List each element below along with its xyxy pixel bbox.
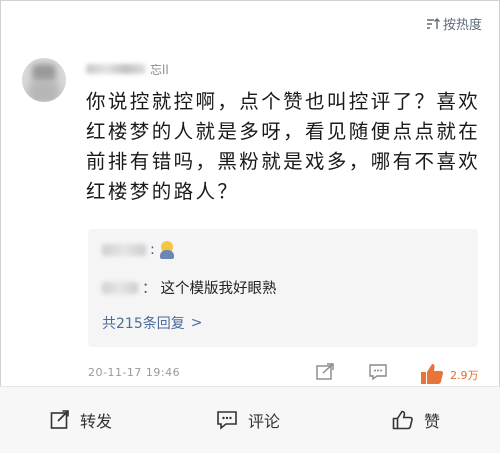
comment-icon [369,364,387,381]
bottom-action-bar: 转发 评论 赞 [0,386,500,453]
more-replies-label: 共215条回复 [102,316,185,332]
like-button[interactable] [420,363,444,385]
chevron-right-icon: > [190,315,203,331]
like-action-label: 赞 [424,412,441,431]
share-icon [316,363,334,380]
like-count: 2.9万 [450,369,479,382]
comment-action-button[interactable]: 评论 [216,408,280,432]
reply-colon: ： [142,281,157,297]
avatar[interactable] [22,58,66,102]
sort-label: 按热度 [442,18,482,33]
comment-icon [217,411,237,430]
reply-item: : [102,241,175,259]
comment-text: 你说控就控啊，点个赞也叫控评了？喜欢红楼梦的人就是多呀，看见随便点点就在前排有错… [86,90,481,203]
forward-label: 转发 [80,412,113,431]
reply-username-redaction [102,244,146,256]
sort-icon [426,17,440,29]
username-visible-part: 忘ll [150,62,169,77]
reply-box[interactable]: : ： 这个模版我好眼熟 共215条回复 > [88,229,478,347]
forward-button[interactable]: 转发 [50,408,112,432]
comment-button[interactable] [368,363,388,381]
reply-text: 这个模版我好眼熟 [160,281,277,297]
username[interactable]: 忘ll [86,61,169,77]
reply-item: ： 这个模版我好眼熟 [102,277,277,298]
like-action-button[interactable]: 赞 [392,408,440,432]
sort-by-heat-button[interactable]: 按热度 [426,14,482,33]
thumbs-up-icon [392,410,413,430]
thumbs-up-icon [421,364,444,384]
share-button[interactable] [315,363,335,381]
comment-action-label: 评论 [248,412,281,431]
share-icon [50,410,69,429]
view-all-replies-link[interactable]: 共215条回复 > [102,313,202,333]
avatar-blur [28,80,60,102]
reply-username-redaction [102,281,138,294]
username-redaction [86,64,146,74]
reply-colon: : [150,242,155,258]
person-emoji-icon [159,241,175,259]
comment-timestamp: 20-11-17 19:46 [88,366,181,379]
